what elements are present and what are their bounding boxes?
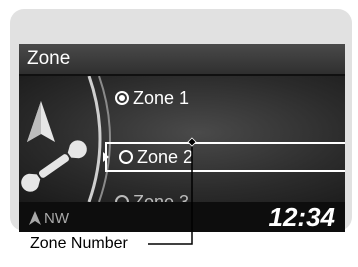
callout-label: Zone Number xyxy=(30,235,128,252)
callout-leader-line xyxy=(148,137,197,245)
